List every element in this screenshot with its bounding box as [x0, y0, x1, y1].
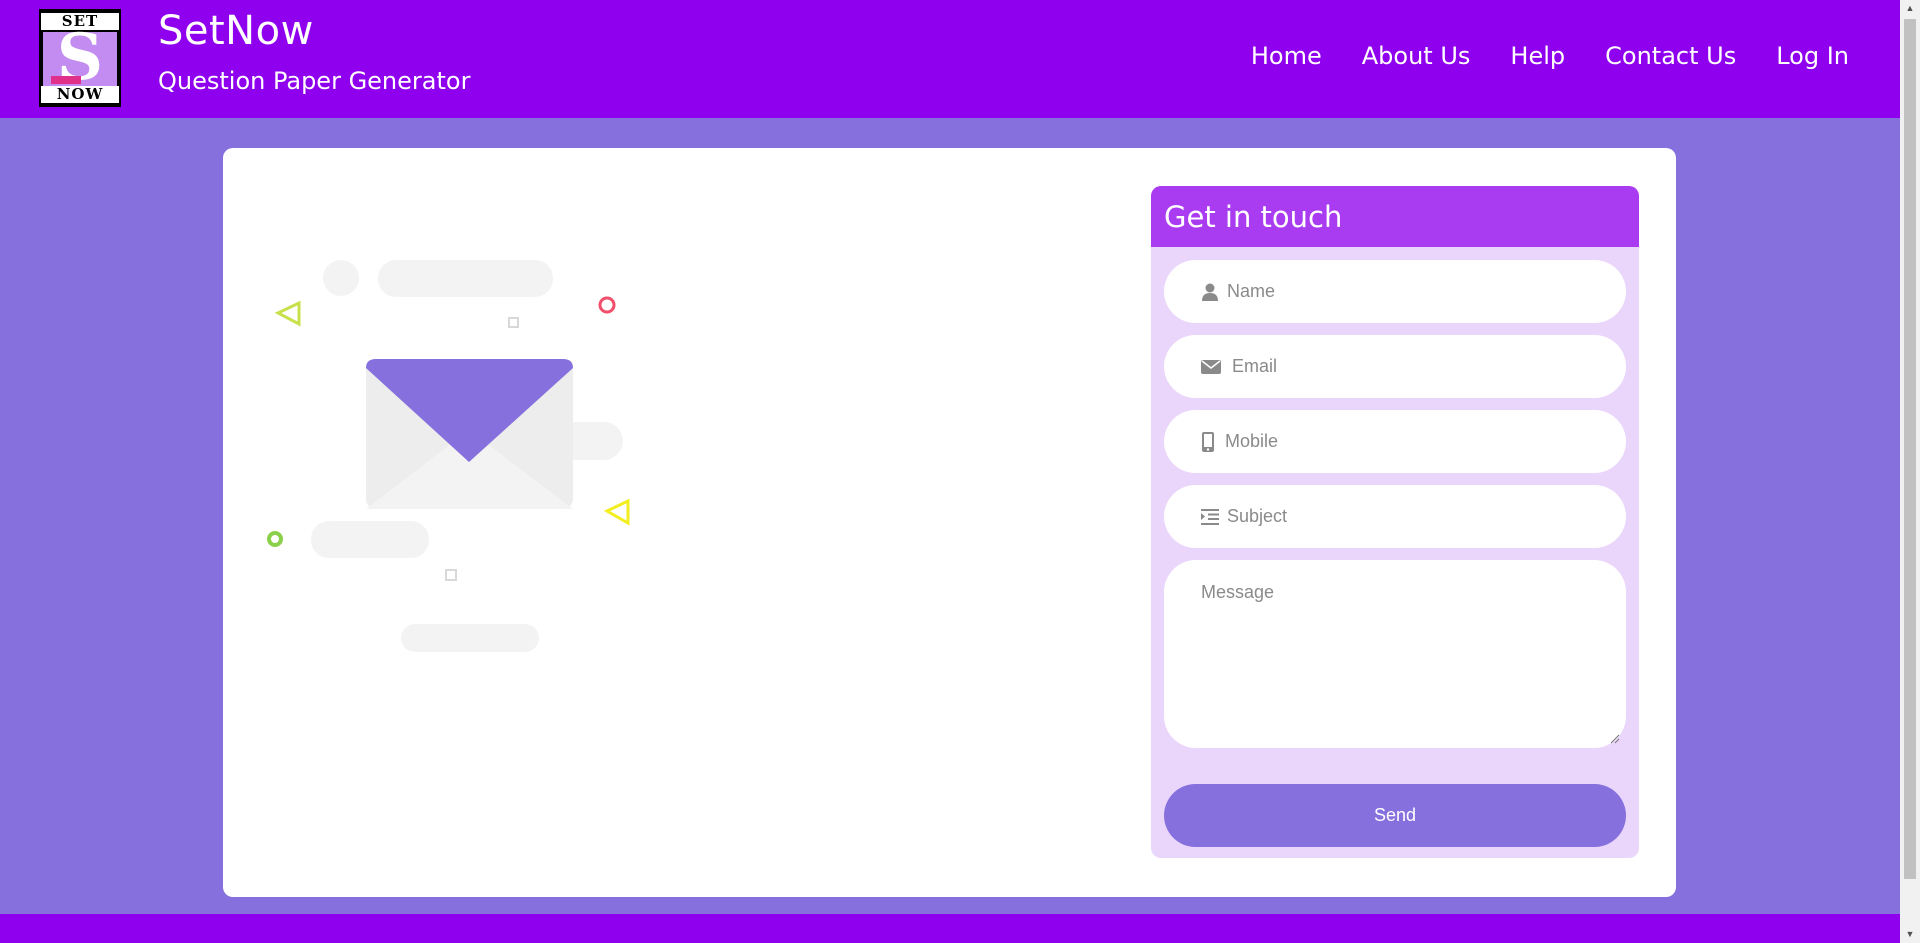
main-nav: Home About Us Help Contact Us Log In — [1251, 42, 1849, 70]
mobile-field[interactable]: Mobile — [1164, 410, 1626, 473]
mobile-phone-icon — [1201, 431, 1215, 452]
subject-field[interactable]: Subject — [1164, 485, 1626, 548]
deco-pill — [378, 260, 553, 297]
mail-illustration — [267, 260, 630, 652]
message-placeholder: Message — [1201, 582, 1275, 602]
nav-home[interactable]: Home — [1251, 42, 1322, 70]
envelope-icon — [1201, 357, 1221, 377]
site-title[interactable]: SetNow — [158, 8, 314, 54]
deco-square — [445, 569, 457, 581]
email-field[interactable]: Email — [1164, 335, 1626, 398]
contact-form: Get in touch Name Email Mobile Subject M… — [1151, 186, 1639, 858]
logo-letter-box: S — [43, 22, 117, 94]
message-textarea[interactable]: Message — [1164, 560, 1626, 748]
send-button[interactable]: Send — [1164, 784, 1626, 847]
scrollbar-thumb[interactable] — [1904, 19, 1916, 879]
deco-pill — [311, 521, 429, 558]
deco-bubble — [323, 260, 359, 296]
email-placeholder: Email — [1232, 356, 1278, 376]
user-icon — [1201, 282, 1219, 302]
logo-accent — [51, 76, 81, 84]
mobile-placeholder: Mobile — [1225, 431, 1279, 451]
site-footer — [0, 914, 1900, 943]
setnow-logo[interactable]: SET S NOW — [39, 9, 121, 107]
form-heading: Get in touch — [1151, 186, 1639, 247]
subject-placeholder: Subject — [1227, 506, 1288, 526]
nav-contact-us[interactable]: Contact Us — [1605, 42, 1736, 70]
name-field[interactable]: Name — [1164, 260, 1626, 323]
deco-ring-red — [598, 296, 616, 314]
scroll-down-arrow-icon[interactable]: ▼ — [1900, 926, 1920, 943]
nav-about-us[interactable]: About Us — [1362, 42, 1471, 70]
nav-help[interactable]: Help — [1510, 42, 1565, 70]
deco-triangle-left — [274, 300, 301, 327]
resize-handle-icon[interactable] — [1610, 734, 1620, 744]
contact-card: Get in touch Name Email Mobile Subject M… — [223, 148, 1676, 897]
deco-ring-green — [267, 531, 283, 547]
scroll-up-arrow-icon[interactable]: ▲ — [1900, 0, 1920, 17]
name-placeholder: Name — [1227, 281, 1276, 301]
deco-square — [508, 317, 519, 328]
nav-log-in[interactable]: Log In — [1776, 42, 1849, 70]
envelope-icon — [366, 359, 573, 509]
site-subtitle: Question Paper Generator — [158, 67, 471, 95]
page-scrollbar[interactable]: ▲ ▼ — [1900, 0, 1920, 943]
deco-pill — [401, 624, 539, 652]
deco-triangle-right — [603, 498, 630, 526]
indent-icon — [1201, 507, 1219, 527]
site-header: SET S NOW SetNow Question Paper Generato… — [0, 0, 1900, 118]
logo-bottom-text: NOW — [41, 86, 119, 103]
